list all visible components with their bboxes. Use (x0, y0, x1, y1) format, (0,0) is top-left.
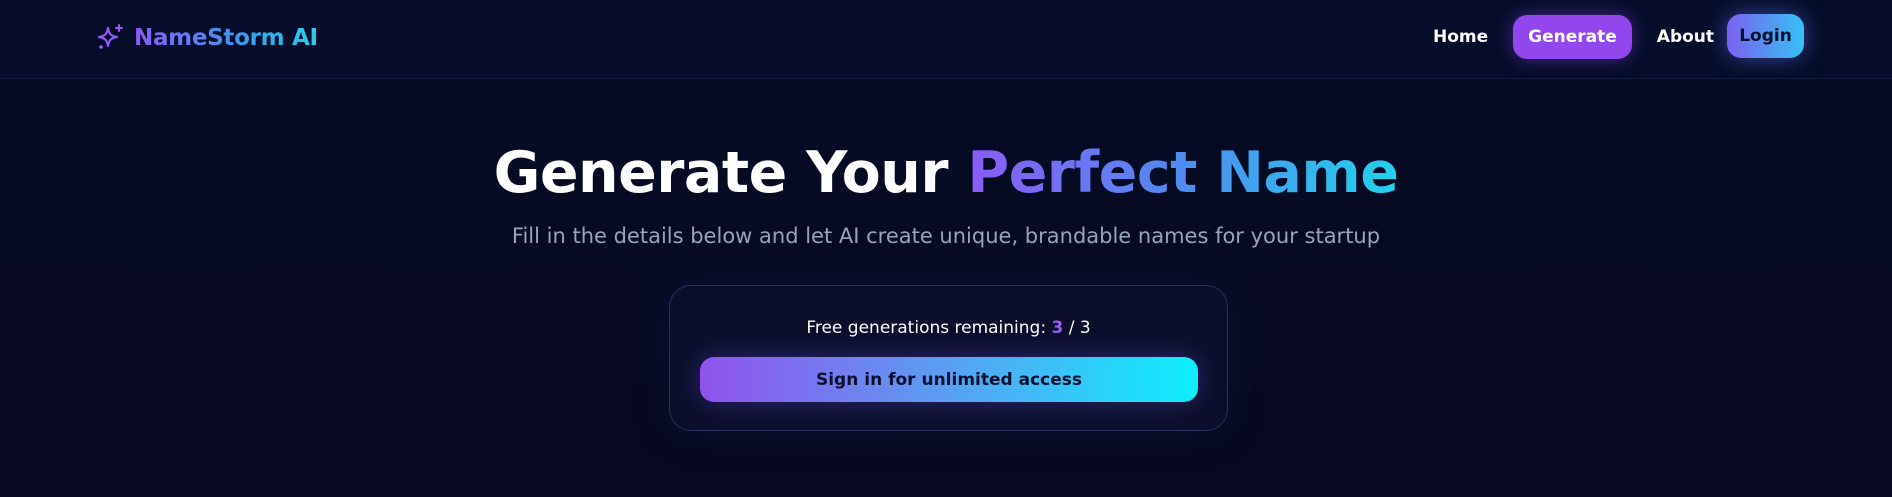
usage-card: Free generations remaining: 3 / 3 Sign i… (669, 285, 1228, 431)
page-title: Generate Your Perfect Name (0, 138, 1892, 208)
remaining-count: 3 (1051, 318, 1064, 338)
sign-in-unlimited-button[interactable]: Sign in for unlimited access (700, 357, 1198, 402)
navbar: NameStorm AI Home Generate About Login (0, 0, 1892, 79)
page-subtitle: Fill in the details below and let AI cre… (511, 224, 1381, 248)
remaining-total: / 3 (1068, 318, 1091, 338)
nav-links: Home Generate About (1418, 14, 1729, 60)
remaining-label: Free generations remaining: (806, 318, 1047, 338)
login-button[interactable]: Login (1727, 14, 1804, 58)
remaining-generations: Free generations remaining: 3 / 3 (670, 318, 1227, 338)
brand-logo-link[interactable]: NameStorm AI (94, 20, 318, 56)
page-title-accent: Perfect Name (967, 140, 1399, 206)
sparkles-icon (97, 24, 123, 49)
nav-link-home[interactable]: Home (1418, 15, 1503, 59)
nav-link-about[interactable]: About (1642, 15, 1729, 59)
page: NameStorm AI Home Generate About Login G… (0, 0, 1892, 497)
nav-link-generate[interactable]: Generate (1513, 15, 1632, 59)
page-title-plain: Generate Your (493, 140, 968, 206)
brand-name: NameStorm AI (134, 25, 318, 51)
